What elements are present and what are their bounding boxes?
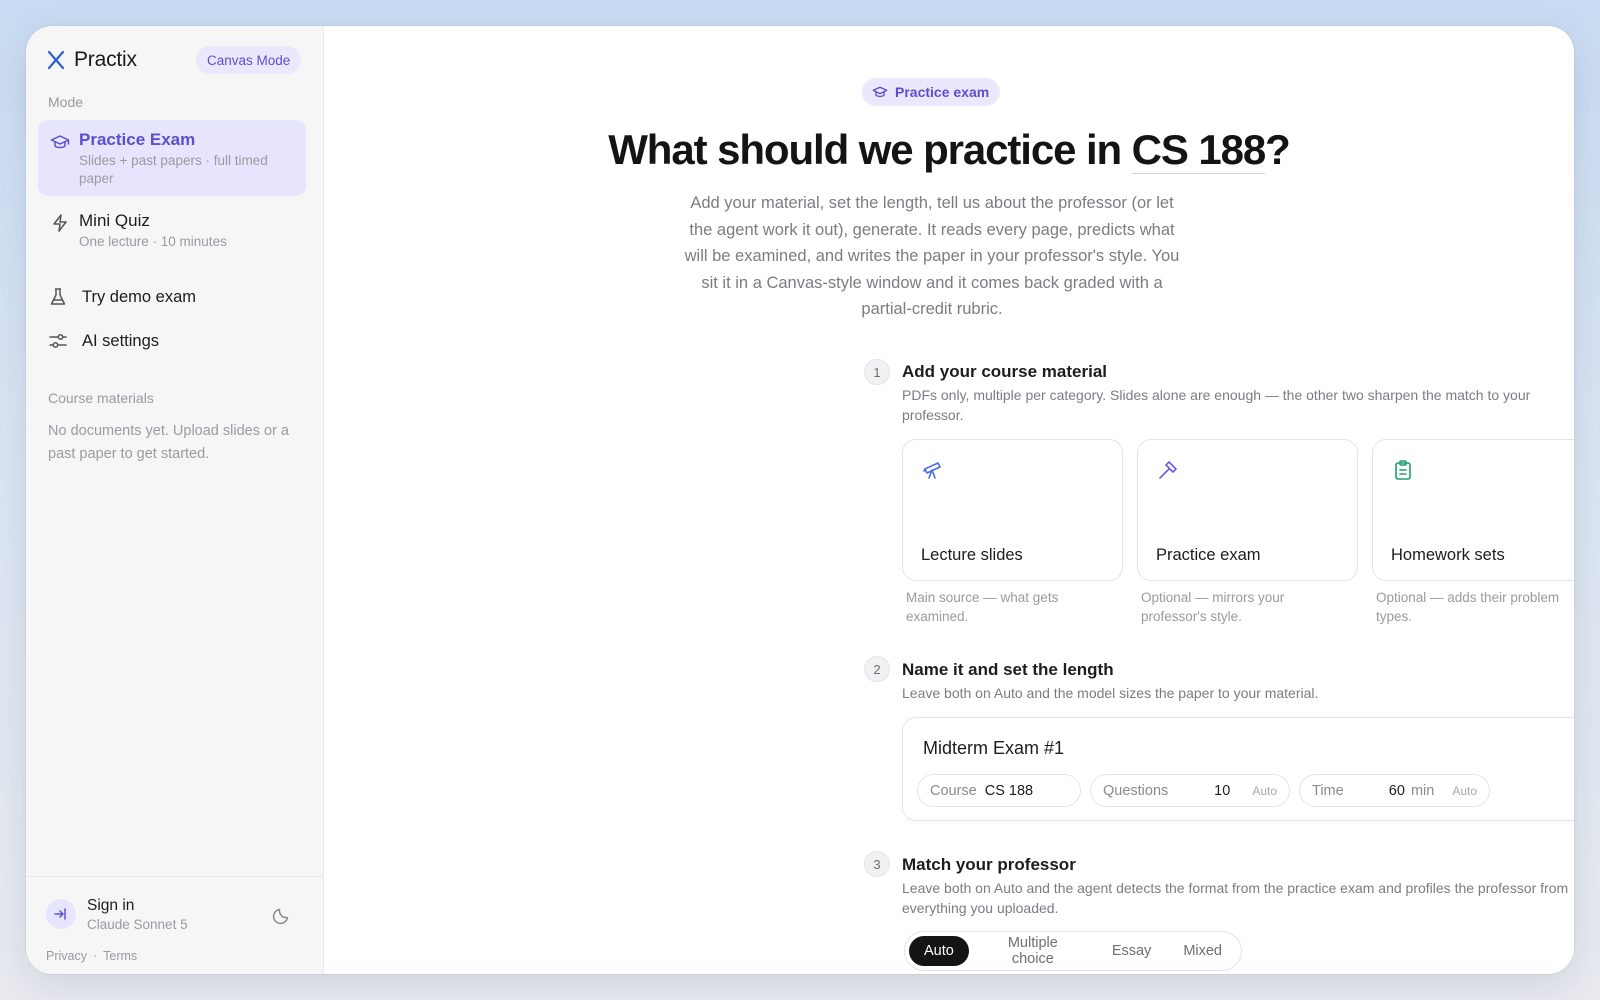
lecture-slides-card[interactable]: Lecture slides xyxy=(902,439,1123,581)
sidebar-footer: Sign in Claude Sonnet 5 Privacy · Terms xyxy=(26,876,323,974)
step-number: 1 xyxy=(864,359,890,385)
mode-subtitle: One lecture · 10 minutes xyxy=(79,234,227,249)
sliders-icon xyxy=(49,334,67,348)
step-title: Match your professor xyxy=(902,855,1076,874)
model-name: Claude Sonnet 5 xyxy=(87,917,188,932)
time-unit: min xyxy=(1410,782,1435,799)
time-field[interactable]: Time 60 min Auto xyxy=(1299,774,1490,807)
legal-separator: · xyxy=(92,949,98,963)
card-title: Homework sets xyxy=(1391,546,1505,564)
field-label: Time xyxy=(1312,782,1344,799)
step-description: PDFs only, multiple per category. Slides… xyxy=(902,387,1531,423)
format-option-mixed[interactable]: Mixed xyxy=(1168,936,1237,966)
questions-value: 10 xyxy=(1214,782,1231,799)
format-option-auto[interactable]: Auto xyxy=(909,936,969,966)
course-field[interactable]: Course CS 188 xyxy=(917,774,1081,807)
brand[interactable]: Practix xyxy=(46,48,137,72)
sign-in-label[interactable]: Sign in xyxy=(87,897,134,915)
step-number: 3 xyxy=(864,851,890,877)
course-value: CS 188 xyxy=(984,782,1034,799)
graduation-cap-icon xyxy=(50,135,70,149)
card-title: Practice exam xyxy=(1156,546,1261,564)
materials-empty-state: No documents yet. Upload slides or a pas… xyxy=(48,423,289,462)
page-title: What should we practice in CS 188? xyxy=(324,126,1574,174)
auto-toggle[interactable]: Auto xyxy=(1452,784,1477,798)
headline-prefix: What should we practice in xyxy=(608,126,1122,173)
auto-toggle[interactable]: Auto xyxy=(1252,784,1277,798)
practice-exam-card[interactable]: Practice exam xyxy=(1137,439,1358,581)
step-title: Name it and set the length xyxy=(902,660,1114,679)
main-content: Practice exam What should we practice in… xyxy=(324,26,1574,974)
mode-pill: Practice exam xyxy=(862,78,1001,106)
pill-label: Practice exam xyxy=(895,84,990,100)
telescope-icon xyxy=(923,462,941,479)
headline-course[interactable]: CS 188 xyxy=(1131,126,1266,174)
nav-label: Try demo exam xyxy=(82,287,197,306)
x-logo-icon xyxy=(47,50,65,70)
gavel-icon xyxy=(1159,461,1177,479)
mode-title: Practice Exam xyxy=(79,130,196,149)
sign-in-button[interactable] xyxy=(46,899,76,929)
length-panel: Midterm Exam #1 Course CS 188 Questions … xyxy=(902,717,1574,821)
card-note: Optional — mirrors your professor's styl… xyxy=(1141,590,1285,624)
intro-text: Add your material, set the length, tell … xyxy=(684,194,1180,318)
course-materials-label: Course materials xyxy=(48,390,154,406)
mode-mini-quiz[interactable]: Mini Quiz One lecture · 10 minutes xyxy=(38,201,306,259)
step-number: 2 xyxy=(864,656,890,682)
field-label: Questions xyxy=(1103,782,1169,799)
app-name: Practix xyxy=(74,48,137,71)
homework-sets-card[interactable]: Homework sets xyxy=(1372,439,1574,581)
mode-section-label: Mode xyxy=(48,94,84,110)
card-note: Main source — what gets examined. xyxy=(906,590,1059,624)
exam-name-input[interactable]: Midterm Exam #1 xyxy=(923,738,1064,759)
privacy-link[interactable]: Privacy xyxy=(46,949,87,963)
format-option-multiple-choice[interactable]: Multiple choice xyxy=(971,935,1095,967)
sidebar: Practix Canvas Mode Mode Practice Exam S… xyxy=(26,26,324,974)
format-option-essay[interactable]: Essay xyxy=(1097,936,1167,966)
format-selector: Auto Multiple choice Essay Mixed xyxy=(904,931,1242,971)
app-window: Practix Canvas Mode Mode Practice Exam S… xyxy=(26,26,1574,974)
card-note: Optional — adds their problem types. xyxy=(1376,590,1560,624)
moon-icon[interactable] xyxy=(272,905,292,925)
legal-links: Privacy · Terms xyxy=(46,949,137,963)
canvas-mode-button[interactable]: Canvas Mode xyxy=(196,46,302,74)
graduation-cap-icon xyxy=(872,86,888,98)
try-demo-exam-link[interactable]: Try demo exam xyxy=(48,287,196,307)
ai-settings-link[interactable]: AI settings xyxy=(48,331,159,351)
sign-in-icon xyxy=(54,908,66,920)
mode-title: Mini Quiz xyxy=(79,211,150,230)
card-title: Lecture slides xyxy=(921,546,1023,564)
mode-subtitle: Slides + past papers · full timed paper xyxy=(79,153,268,186)
step-description: Leave both on Auto and the agent detects… xyxy=(902,880,1569,916)
terms-link[interactable]: Terms xyxy=(103,949,137,963)
step-description: Leave both on Auto and the model sizes t… xyxy=(902,685,1319,701)
flask-icon xyxy=(50,288,66,305)
mode-practice-exam[interactable]: Practice Exam Slides + past papers · ful… xyxy=(38,120,306,196)
headline-suffix: ? xyxy=(1265,126,1291,173)
lightning-icon xyxy=(53,214,67,232)
step-title: Add your course material xyxy=(902,362,1108,381)
clipboard-icon xyxy=(1395,460,1411,480)
questions-field[interactable]: Questions 10 Auto xyxy=(1090,774,1290,807)
field-label: Course xyxy=(930,782,977,799)
time-value: 60 xyxy=(1388,782,1405,799)
nav-label: AI settings xyxy=(82,331,160,350)
